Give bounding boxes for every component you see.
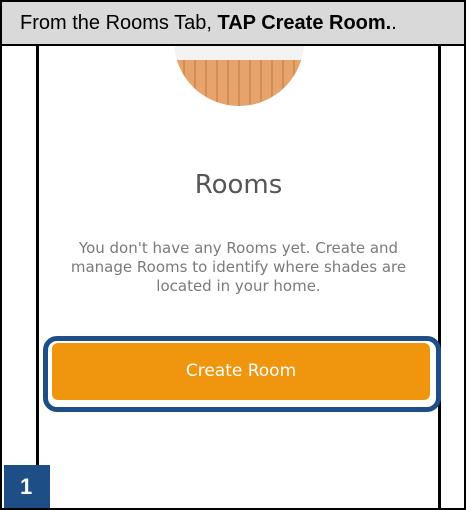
instruction-bar: From the Rooms Tab, TAP Create Room.. [2,2,464,46]
phone-screen: Rooms You don't have any Rooms yet. Crea… [39,2,438,508]
instruction-prefix: From the Rooms Tab, [20,12,218,34]
step-number-badge: 1 [4,465,50,508]
instruction-suffix: . [391,12,397,34]
page-title: Rooms [194,170,283,200]
phone-edge-right [438,46,441,508]
floor-icon [174,60,304,106]
tutorial-frame: From the Rooms Tab, TAP Create Room.. Ro… [0,0,466,510]
tap-highlight-outline [43,336,441,412]
empty-state-description: You don't have any Rooms yet. Create and… [70,239,407,295]
instruction-action: TAP Create Room. [217,12,392,34]
